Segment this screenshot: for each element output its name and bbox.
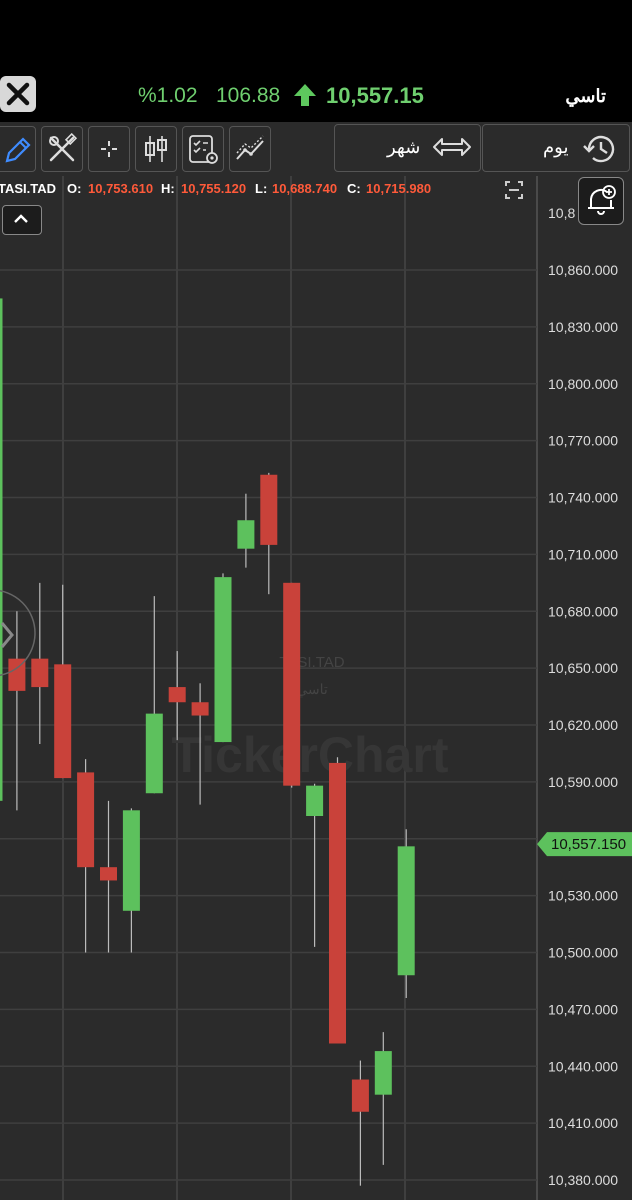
period-day-button[interactable]: يوم — [482, 124, 630, 172]
y-tick-label: 10,740.000 — [548, 490, 618, 506]
candle-down — [100, 867, 117, 881]
low-label: L: — [255, 181, 268, 196]
period-month-label: شهر — [387, 137, 421, 157]
candle-up — [214, 577, 232, 743]
change-value: 106.88 — [216, 84, 281, 107]
candle-up — [237, 520, 255, 549]
high-value: 10,755.120 — [181, 181, 247, 196]
y-tick-label: 10,590.000 — [548, 774, 618, 790]
candle-up — [374, 1051, 392, 1095]
tools-icon — [49, 133, 78, 162]
candle-up — [122, 810, 140, 911]
candle-up — [0, 298, 3, 801]
chart-toolbar: شهر يوم — [0, 122, 632, 177]
candle-down — [77, 772, 95, 868]
fit-screen-icon[interactable] — [504, 180, 524, 200]
tools-button[interactable] — [41, 126, 83, 172]
y-tick-label: 10,410.000 — [548, 1115, 618, 1131]
candle-down — [329, 762, 346, 1044]
trend-chart-icon — [236, 135, 264, 160]
candle-down — [191, 702, 209, 716]
candle-up — [145, 713, 163, 794]
close-label: C: — [347, 181, 361, 196]
candle-down — [31, 658, 49, 688]
crosshair-icon — [101, 141, 117, 157]
watermark-brand: TickerChart — [172, 727, 449, 783]
close-value: 10,715.980 — [366, 181, 432, 196]
last-price: 10,557.15 — [326, 83, 424, 108]
last-price-label: 10,557.150 — [551, 836, 626, 853]
candlestick-icon — [145, 136, 167, 162]
last-price-marker: 10,557.150 — [537, 832, 632, 857]
chart-type-button[interactable] — [135, 126, 177, 172]
y-tick-label: 10,860.000 — [548, 262, 618, 278]
collapse-button[interactable] — [2, 205, 42, 235]
watermark-symbol-ar: تاسي — [296, 681, 328, 697]
bell-plus-icon — [588, 185, 616, 215]
open-value: 10,753.610 — [88, 181, 154, 196]
price-chart[interactable]: TASI.TAD تاسي TickerChart 10,8 10,860.00… — [0, 176, 632, 1200]
y-tick-label: 10,500.000 — [548, 945, 618, 961]
period-month-button[interactable]: شهر — [334, 124, 481, 172]
symbol-title: تاسي — [565, 86, 606, 106]
close-button[interactable] — [0, 76, 36, 112]
candle-up — [306, 785, 324, 816]
y-tick-label: 10,380.000 — [548, 1172, 618, 1188]
y-tick-label: 10,830.000 — [548, 319, 618, 335]
y-tick-label-top: 10,8 — [548, 205, 575, 221]
y-tick-label: 10,440.000 — [548, 1058, 618, 1074]
candle-down — [168, 687, 186, 703]
low-value: 10,688.740 — [272, 181, 338, 196]
y-tick-label: 10,650.000 — [548, 660, 618, 676]
change-percent: %1.02 — [138, 84, 198, 107]
add-alert-button[interactable] — [578, 177, 624, 225]
candle-down — [54, 664, 72, 779]
swap-icon — [433, 138, 471, 156]
close-icon — [6, 82, 30, 106]
indicators-settings-icon — [189, 135, 218, 164]
symbol-label: TASI.TAD — [0, 181, 57, 196]
compare-button[interactable] — [229, 126, 271, 172]
crosshair-button[interactable] — [88, 126, 130, 172]
candle-down — [283, 582, 301, 786]
y-tick-label: 10,620.000 — [548, 717, 618, 733]
y-tick-label: 10,530.000 — [548, 888, 618, 904]
history-icon — [583, 135, 615, 163]
open-label: O: — [67, 181, 82, 196]
candle-up — [397, 846, 415, 976]
pencil-icon — [5, 137, 31, 163]
y-tick-label: 10,770.000 — [548, 433, 618, 449]
high-label: H: — [161, 181, 175, 196]
y-tick-label: 10,800.000 — [548, 376, 618, 392]
y-tick-label: 10,680.000 — [548, 603, 618, 619]
up-arrow-icon — [294, 84, 316, 106]
candle-down — [260, 474, 278, 545]
top-bar: %1.02 106.88 10,557.15 تاسي — [0, 0, 632, 122]
indicators-button[interactable] — [182, 126, 224, 172]
y-tick-label: 10,710.000 — [548, 546, 618, 562]
candle-down — [351, 1079, 369, 1112]
period-day-label: يوم — [543, 137, 569, 157]
draw-button[interactable] — [0, 126, 36, 172]
chevron-up-icon — [14, 214, 28, 223]
y-tick-label: 10,470.000 — [548, 1001, 618, 1017]
